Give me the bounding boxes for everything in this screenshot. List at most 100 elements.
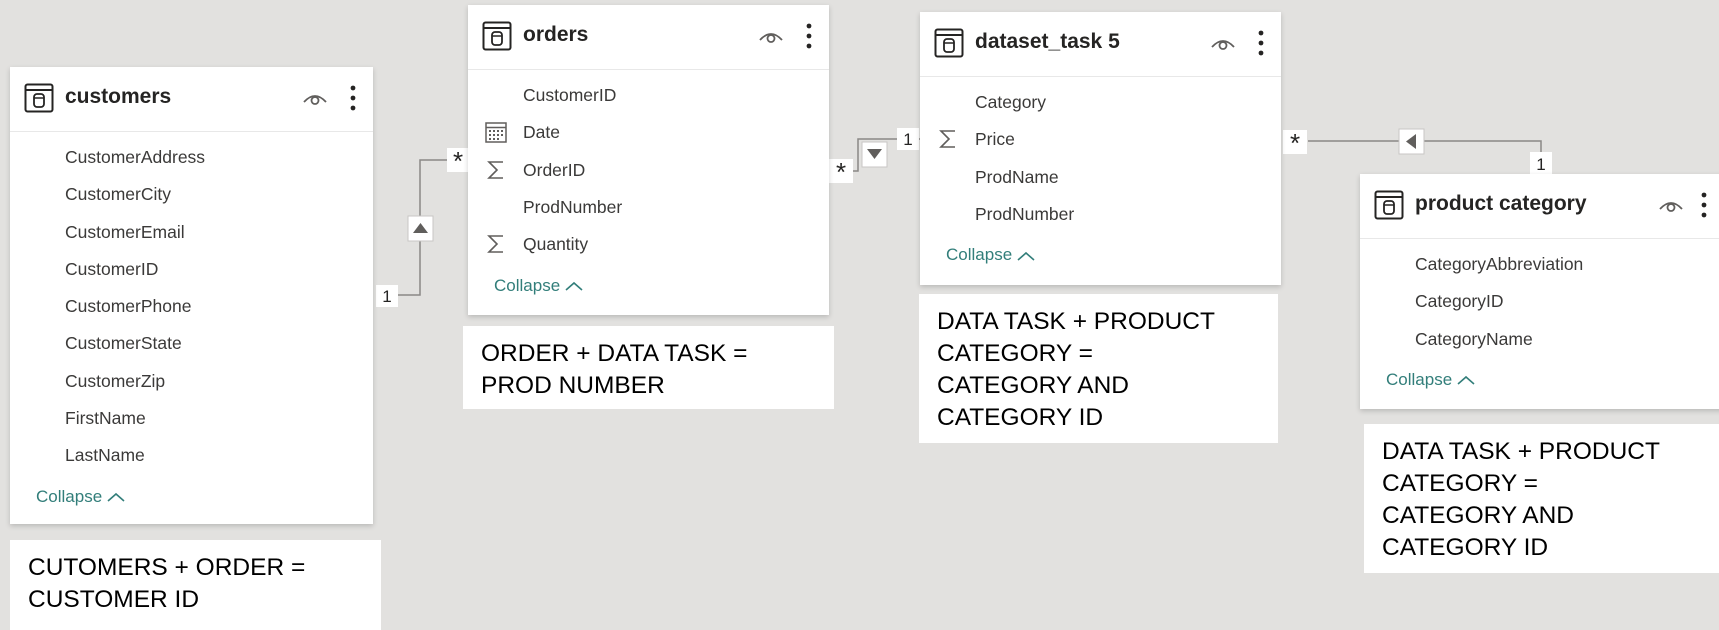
table-icon [1374,190,1404,220]
table-header[interactable]: product category [1360,174,1719,239]
note-line: CATEGORY ID [1382,534,1549,561]
collapse-label: Collapse [946,245,1013,265]
note-line: ORDER + DATA TASK = [481,340,748,367]
field-name: CustomerID [523,85,617,105]
field-list: CategoryAbbreviation CategoryID CategoryNa… [1360,246,1719,358]
more-options-icon[interactable] [1257,30,1265,56]
more-options-icon[interactable] [349,85,357,111]
field-row[interactable]: Date [468,114,829,151]
field-name: CustomerPhone [65,296,192,317]
table-card-customers[interactable]: customers CustomerAddress CustomerCity Cust… [10,67,373,524]
field-name: Date [523,122,560,143]
field-row[interactable]: ProdNumber [920,196,1281,233]
table-icon [24,83,54,113]
field-row[interactable]: OrderID [468,152,829,189]
relationship-orders-dataset[interactable]: * 1 [829,128,920,187]
field-row[interactable]: CustomerID [10,251,373,288]
sigma-icon [936,127,960,151]
field-name: CategoryID [1415,291,1504,312]
relationship-dataset-productcategory[interactable]: * 1 [1283,128,1552,174]
table-card-product-category[interactable]: product category CategoryAbbreviation Cate… [1360,174,1719,409]
field-row[interactable]: CustomerPhone [10,288,373,325]
field-row[interactable]: CategoryName [1360,321,1719,358]
note-line: CATEGORY = [937,340,1093,367]
chevron-up-icon [560,276,584,295]
field-name: Quantity [523,234,589,255]
collapse-button[interactable]: Collapse [494,276,584,296]
cardinality-many: * [1290,128,1300,158]
annotation-note: CUTOMERS + ORDER = CUSTOMER ID [10,540,381,630]
table-title: orders [523,23,589,46]
note-line: DATA TASK + PRODUCT [1382,438,1660,465]
field-row[interactable]: Price [920,121,1281,158]
note-line: CATEGORY ID [937,404,1104,431]
field-row[interactable]: CategoryID [1360,283,1719,320]
table-card-orders[interactable]: orders CustomerID Date OrderID ProdNumber Qua… [468,5,829,315]
note-line: CATEGORY AND [937,372,1129,399]
chevron-up-icon [1452,370,1476,389]
visibility-eye-icon[interactable] [302,89,328,107]
field-row[interactable]: CategoryAbbreviation [1360,246,1719,283]
field-name: ProdNumber [523,196,623,217]
field-row[interactable]: Category [920,84,1281,121]
field-name: CustomerZip [65,370,166,391]
cardinality-one: 1 [1536,155,1545,174]
sigma-icon [484,158,508,182]
annotation-note: ORDER + DATA TASK = PROD NUMBER [463,326,834,409]
field-name: CustomerEmail [65,221,185,242]
visibility-eye-icon[interactable] [1658,196,1684,214]
collapse-button[interactable]: Collapse [1386,370,1476,390]
field-row[interactable]: LastName [10,437,373,474]
table-header[interactable]: dataset_task 5 [920,12,1281,77]
field-name: LastName [65,445,145,466]
cardinality-many: * [453,146,463,176]
field-name: CategoryName [1415,328,1533,349]
note-line: CATEGORY AND [1382,502,1574,529]
cardinality-many: * [836,157,846,187]
field-row[interactable]: CustomerAddress [10,139,373,176]
annotation-note: DATA TASK + PRODUCT CATEGORY = CATEGORY … [919,294,1278,443]
table-header[interactable]: customers [10,67,373,132]
field-row[interactable]: Quantity [468,226,829,263]
field-name: ProdNumber [975,203,1075,224]
field-row[interactable]: CustomerCity [10,176,373,213]
relationship-customers-orders[interactable]: 1 * [376,146,469,307]
field-row[interactable]: CustomerZip [10,363,373,400]
more-options-icon[interactable] [805,23,813,49]
cardinality-one: 1 [382,287,391,306]
field-name: OrderID [523,159,586,180]
field-row[interactable]: CustomerEmail [10,214,373,251]
sigma-icon [484,232,508,256]
note-line: PROD NUMBER [481,372,665,399]
visibility-eye-icon[interactable] [1210,34,1236,52]
table-icon [934,28,964,58]
field-name: FirstName [65,408,146,429]
collapse-label: Collapse [36,486,103,506]
field-row[interactable]: ProdName [920,159,1281,196]
collapse-button[interactable]: Collapse [946,245,1036,265]
field-name: CustomerID [65,258,159,279]
field-name: Category [975,92,1047,112]
field-list: CustomerAddress CustomerCity CustomerEmail… [10,139,373,475]
field-list: Category Price ProdName ProdNumber [920,84,1281,233]
field-row[interactable]: ProdNumber [468,189,829,226]
field-row[interactable]: CustomerState [10,325,373,362]
field-name: CustomerCity [65,184,171,205]
table-title: dataset_task 5 [975,30,1120,53]
table-card-dataset-task[interactable]: dataset_task 5 Category Price ProdName ProdN… [920,12,1281,285]
collapse-button[interactable]: Collapse [36,487,126,507]
collapse-label: Collapse [1386,369,1453,389]
field-name: CustomerAddress [65,147,206,167]
field-name: CustomerState [65,333,182,354]
note-line: CATEGORY = [1382,470,1538,497]
table-icon [482,21,512,51]
field-name: Price [975,129,1015,150]
field-row[interactable]: FirstName [10,400,373,437]
table-header[interactable]: orders [468,5,829,70]
note-line: CUSTOMER ID [28,586,200,613]
annotation-note: DATA TASK + PRODUCT CATEGORY = CATEGORY … [1364,424,1719,573]
visibility-eye-icon[interactable] [758,27,784,45]
more-options-icon[interactable] [1700,192,1708,218]
field-row[interactable]: CustomerID [468,77,829,114]
table-title: product category [1415,192,1587,215]
